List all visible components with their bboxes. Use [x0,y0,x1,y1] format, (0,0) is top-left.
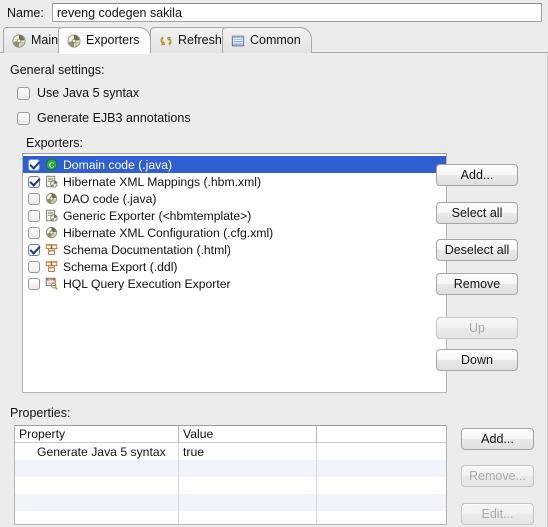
exporters-label: Exporters: [26,136,83,150]
cell-empty [317,460,446,477]
name-label: Name: [7,5,44,20]
cell-empty [15,477,179,494]
list-item[interactable]: C Domain code (.java) [23,156,446,173]
name-row: Name: [0,0,548,25]
checkbox-box[interactable] [28,209,40,222]
xml-mapping-icon [45,175,58,188]
exporters-list[interactable]: C Domain code (.java) Hibernate XML Mapp… [22,153,447,393]
list-item-label: Domain code (.java) [63,157,173,172]
svg-text:HQL: HQL [48,278,54,281]
list-item[interactable]: Schema Export (.ddl) [23,258,446,275]
column-header-property[interactable]: Property [15,426,179,443]
hibernate-icon [67,33,81,48]
general-settings-label: General settings: [10,63,105,77]
cell-empty [179,460,317,477]
schema-doc-icon [45,243,58,256]
table-row-empty[interactable] [15,511,446,524]
refresh-icon [159,34,173,48]
list-item-label: Hibernate XML Mappings (.hbm.xml) [63,174,262,189]
checkbox-use-java5-syntax[interactable]: Use Java 5 syntax [17,86,139,100]
launch-configuration-dialog: Name: Main [0,0,548,527]
cell-empty [179,494,317,511]
table-row-empty[interactable] [15,494,446,511]
tab-refresh-label: Refresh [178,33,222,48]
add-property-button[interactable]: Add... [461,428,534,450]
list-item-label: DAO code (.java) [63,191,157,206]
cell-extra [317,443,446,460]
list-item[interactable]: Generic Exporter (<hbmtemplate>) [23,207,446,224]
schema-doc-icon [45,260,58,273]
cell-empty [15,511,179,524]
checkbox-box[interactable] [28,243,40,256]
properties-table[interactable]: Property Value Generate Java 5 syntax tr… [14,425,447,525]
common-icon [231,34,245,48]
list-item[interactable]: DAO code (.java) [23,190,446,207]
table-header-row: Property Value [15,426,446,443]
table-row[interactable]: Generate Java 5 syntax true [15,443,446,460]
deselect-all-exporters-button[interactable]: Deselect all [436,239,518,261]
checkbox-box[interactable] [28,158,40,171]
list-item-label: HQL Query Execution Exporter [63,276,231,291]
list-item-label: Schema Export (.ddl) [63,259,178,274]
select-all-exporters-button[interactable]: Select all [436,202,518,224]
add-exporter-button[interactable]: Add... [436,164,518,186]
cell-empty [179,477,317,494]
remove-property-button[interactable]: Remove... [461,465,534,487]
cell-empty [179,511,317,524]
checkbox-box[interactable] [28,277,40,290]
tab-common[interactable]: Common [222,27,312,53]
tab-exporters-label: Exporters [86,33,140,48]
checkbox-box[interactable] [28,260,40,273]
cell-value: true [179,443,317,460]
hibernate-icon [12,33,26,48]
list-item[interactable]: Hibernate XML Configuration (.cfg.xml) [23,224,446,241]
list-item-label: Schema Documentation (.html) [63,242,231,257]
checkbox-box[interactable] [28,226,40,239]
tab-strip: Main Exporters Refresh Common [0,26,548,54]
checkbox-box[interactable] [28,175,40,188]
cell-empty [317,494,446,511]
cell-empty [317,477,446,494]
checkbox-label: Generate EJB3 annotations [37,111,191,125]
svg-text:C: C [49,160,54,169]
list-item-label: Hibernate XML Configuration (.cfg.xml) [63,225,274,240]
checkbox-label: Use Java 5 syntax [37,86,140,100]
cell-empty [317,511,446,524]
column-header-value[interactable]: Value [179,426,317,443]
java-class-icon: C [45,158,58,171]
cell-empty [15,494,179,511]
tab-main-label: Main [31,33,59,48]
tab-exporters[interactable]: Exporters [58,27,151,54]
list-item-label: Generic Exporter (<hbmtemplate>) [63,208,252,223]
checkbox-box [17,111,30,125]
column-header-extra[interactable] [317,426,446,443]
hibernate-icon [45,226,58,239]
exporters-tab-content: General settings: Use Java 5 syntax Gene… [0,53,548,527]
hibernate-icon [45,192,58,205]
move-exporter-down-button[interactable]: Down [436,349,518,371]
list-item[interactable]: Hibernate XML Mappings (.hbm.xml) [23,173,446,190]
properties-label: Properties: [10,406,71,420]
hql-query-icon: HQL [45,277,58,290]
tab-common-label: Common [250,33,301,48]
list-item[interactable]: HQL HQL Query Execution Exporter [23,275,446,292]
configuration-name-input[interactable] [51,3,542,22]
xml-mapping-icon [45,209,58,222]
cell-property: Generate Java 5 syntax [15,443,179,460]
edit-property-button[interactable]: Edit... [461,503,534,525]
list-item[interactable]: Schema Documentation (.html) [23,241,446,258]
move-exporter-up-button[interactable]: Up [436,317,518,339]
checkbox-box [17,86,30,100]
table-row-empty[interactable] [15,460,446,477]
cell-empty [15,460,179,477]
checkbox-box[interactable] [28,192,40,205]
checkbox-generate-ejb3-annotations[interactable]: Generate EJB3 annotations [17,111,191,125]
table-row-empty[interactable] [15,477,446,494]
remove-exporter-button[interactable]: Remove [436,273,518,295]
tab-refresh[interactable]: Refresh [150,27,233,53]
